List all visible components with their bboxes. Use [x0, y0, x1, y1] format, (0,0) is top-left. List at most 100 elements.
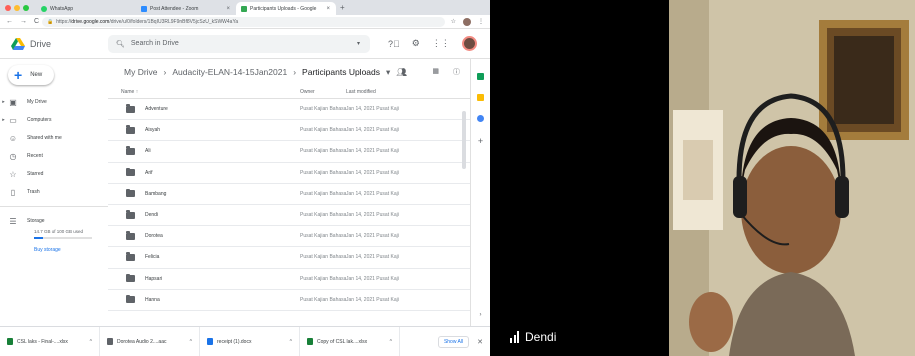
address-bar[interactable]: 🔒 https://drive.google.com/drive/u/0/fol…: [42, 16, 445, 27]
chevron-up-icon[interactable]: ^: [290, 339, 292, 345]
expand-arrow-icon[interactable]: ▸: [0, 117, 7, 123]
sidebar-item-starred[interactable]: ☆ Starred: [0, 165, 108, 183]
breadcrumb-item[interactable]: Audacity-ELAN-14-15Jan2021: [172, 67, 287, 77]
column-name[interactable]: Name ↑: [108, 89, 300, 95]
storage-bar: [34, 237, 92, 239]
breadcrumb-current[interactable]: Participants Uploads: [302, 67, 380, 77]
column-owner[interactable]: Owner: [300, 89, 346, 95]
show-all-button[interactable]: Show All: [437, 335, 470, 348]
buy-storage-link[interactable]: Buy storage: [0, 247, 108, 253]
download-label: Dorotea Audio 2....aac: [117, 338, 167, 345]
shared-icon: ☺: [8, 133, 18, 143]
table-row[interactable]: Arif Pusat Kajian Bahasa daJan 14, 2021 P…: [108, 163, 470, 184]
table-row[interactable]: Aisyah Pusat Kajian Bahasa daJan 14, 2021…: [108, 120, 470, 142]
table-row[interactable]: Adventure Pusat Kajian Bahasa daJan 14, 2…: [108, 99, 470, 121]
my-drive-icon: ▣: [9, 97, 17, 107]
folder-icon: [126, 104, 135, 113]
sidebar-item-computers[interactable]: ▸ ▭ Computers: [0, 111, 108, 129]
file-name: Hapsari: [145, 275, 163, 282]
file-name: Bambang: [145, 190, 167, 197]
chevron-up-icon[interactable]: ^: [390, 339, 392, 345]
sheets-addon-icon[interactable]: [477, 73, 484, 80]
expand-arrow-icon[interactable]: ▸: [0, 99, 7, 105]
keep-addon-icon[interactable]: [477, 94, 484, 101]
help-icon[interactable]: ?⃝: [388, 39, 400, 49]
drive-logo[interactable]: Drive: [0, 37, 108, 50]
download-item[interactable]: receipt (1).docx ^: [200, 326, 300, 356]
apps-grid-icon[interactable]: ⋮⋮: [432, 38, 450, 49]
file-name-cell: Hapsari: [108, 273, 300, 283]
download-label: CSL laks - Final-....xlsx: [17, 338, 68, 345]
new-tab-icon[interactable]: +: [340, 3, 345, 12]
minimize-window-icon[interactable]: [14, 4, 20, 11]
search-placeholder: Search in Drive: [130, 40, 179, 47]
sort-arrow-icon[interactable]: ↑: [136, 89, 139, 95]
menu-kebab-icon[interactable]: ⋮: [478, 18, 484, 25]
sidebar-item-shared[interactable]: ☺ Shared with me: [0, 129, 108, 147]
table-row[interactable]: Felicia Pusat Kajian Bahasa daJan 14, 202…: [108, 247, 470, 269]
maximize-window-icon[interactable]: [23, 4, 29, 11]
table-row[interactable]: Dorotea Pusat Kajian Bahasa daJan 14, 202…: [108, 226, 470, 248]
new-button[interactable]: + New: [8, 65, 54, 85]
column-name-label: Name: [121, 88, 135, 95]
sidebar-item-trash[interactable]: ▯ Trash: [0, 183, 108, 201]
chevron-down-icon[interactable]: ▾: [386, 67, 390, 78]
info-icon[interactable]: ⓘ: [453, 67, 460, 77]
file-owner: Pusat Kajian Bahasa da: [300, 169, 346, 176]
chevron-right-icon: ›: [293, 67, 297, 77]
forward-icon[interactable]: →: [20, 18, 27, 25]
file-icon: [7, 338, 13, 345]
tasks-addon-icon[interactable]: [477, 115, 484, 122]
back-icon[interactable]: ←: [6, 18, 13, 25]
file-name: Ali: [145, 148, 151, 155]
chevron-up-icon[interactable]: ^: [190, 339, 192, 345]
browser-toolbar: ← → C 🔒 https://drive.google.com/drive/u…: [0, 15, 490, 29]
close-icon[interactable]: ✕: [477, 338, 483, 346]
bookmark-star-icon[interactable]: ☆: [451, 18, 456, 25]
chevron-up-icon[interactable]: ^: [90, 339, 92, 345]
table-row[interactable]: Bambang Pusat Kajian Bahasa daJan 14, 202…: [108, 184, 470, 205]
add-addon-icon[interactable]: +: [471, 136, 490, 146]
file-owner: Pusat Kajian Bahasa da: [300, 148, 346, 155]
search-options-icon[interactable]: ▾: [357, 40, 360, 47]
reload-icon[interactable]: C: [34, 18, 39, 25]
close-window-icon[interactable]: [5, 4, 11, 11]
folder-icon: [126, 231, 135, 240]
close-tab-icon[interactable]: ×: [326, 6, 330, 12]
file-name: Dendi: [145, 212, 159, 219]
download-item[interactable]: Dorotea Audio 2....aac ^: [100, 326, 200, 356]
drive-favicon-icon: [241, 5, 247, 12]
table-row[interactable]: Ali Pusat Kajian Bahasa daJan 14, 2021 Pu…: [108, 141, 470, 163]
grid-view-icon[interactable]: ▦: [432, 67, 439, 77]
star-icon: ☆: [9, 169, 17, 179]
chevron-right-icon[interactable]: ›: [471, 312, 490, 318]
profile-avatar[interactable]: [463, 17, 471, 26]
search-input[interactable]: 🔍︎ Search in Drive ▾: [108, 34, 370, 53]
settings-gear-icon[interactable]: ⚙: [412, 38, 420, 49]
table-row[interactable]: Dendi Pusat Kajian Bahasa daJan 14, 2021 …: [108, 205, 470, 227]
table-row[interactable]: Hanna Pusat Kajian Bahasa daJan 14, 2021 …: [108, 290, 470, 311]
download-item[interactable]: Copy of CSL lak....xlsx ^: [300, 326, 400, 356]
tab-whatsapp[interactable]: WhatsApp: [36, 2, 136, 15]
url-path: /drive/u/0/folders/1BqIU3RL9F9nBf8V5jcSz…: [109, 18, 239, 25]
sidebar-item-recent[interactable]: ◷ Recent: [0, 147, 108, 165]
lock-icon: 🔒: [47, 18, 54, 25]
tab-drive[interactable]: Participants Uploads - Google ×: [236, 2, 336, 15]
column-modified[interactable]: Last modified: [346, 89, 376, 95]
storage-icon: ☰: [9, 216, 17, 226]
account-avatar[interactable]: [461, 36, 477, 51]
scrollbar[interactable]: [462, 111, 466, 169]
sidebar-item-storage[interactable]: ☰ Storage: [0, 212, 108, 230]
trash-icon: ▯: [10, 187, 16, 197]
storage-usage-text: 14.7 GB of 100 GB used: [34, 229, 84, 234]
breadcrumb-item[interactable]: My Drive: [124, 67, 158, 77]
sidebar-item-my-drive[interactable]: ▸ ▣ My Drive: [0, 93, 108, 111]
tab-zoom[interactable]: × Post Attendee - Zoom: [136, 2, 236, 15]
download-item[interactable]: CSL laks - Final-....xlsx ^: [0, 326, 100, 356]
whatsapp-icon: [41, 5, 47, 12]
shared-folder-icon[interactable]: 👥︎: [396, 67, 407, 78]
file-icon: [107, 338, 113, 345]
table-row[interactable]: Hapsari Pusat Kajian Bahasa daJan 14, 202…: [108, 269, 470, 290]
close-tab-icon[interactable]: ×: [226, 6, 230, 12]
search-icon: 🔍︎: [116, 40, 125, 48]
